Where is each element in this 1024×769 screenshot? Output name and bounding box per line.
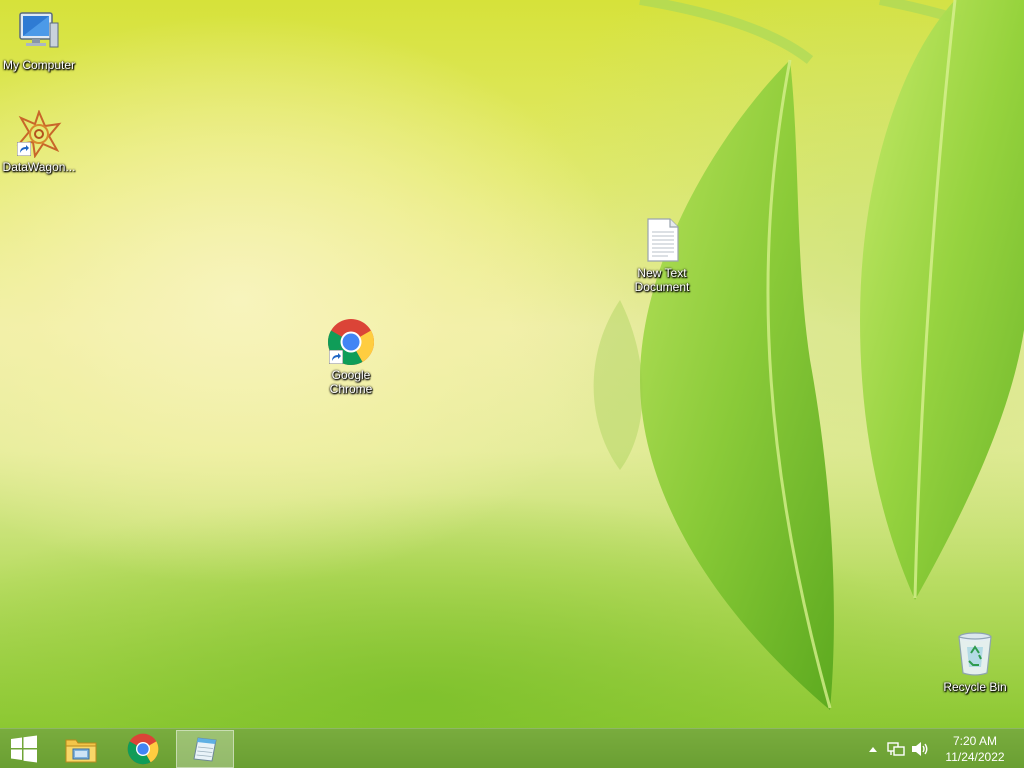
desktop-icon-label: DataWagon... [2, 160, 76, 174]
system-tray [862, 729, 932, 769]
notepad-icon [193, 737, 217, 762]
network-icon [887, 742, 905, 756]
taskbar-chrome-button[interactable] [114, 730, 172, 768]
shortcut-arrow-icon [17, 142, 31, 156]
desktop-icon-label: New Text Document [634, 266, 690, 294]
desktop-icon-recycle-bin[interactable]: Recycle Bin [935, 630, 1015, 694]
file-explorer-icon [65, 739, 97, 763]
desktop-icon-label: Recycle Bin [943, 680, 1007, 694]
desktop[interactable]: My Computer DataWagon... New Text Docume… [0, 0, 1024, 728]
clock-date: 11/24/2022 [945, 750, 1005, 764]
desktop-icon-my-computer[interactable]: My Computer [0, 8, 79, 72]
desktop-icon-new-text-document[interactable]: New Text Document [622, 216, 702, 294]
chrome-icon [127, 733, 159, 765]
chevron-up-icon [869, 747, 877, 752]
desktop-icon-label: Google Chrome [329, 368, 373, 396]
shortcut-arrow-icon [329, 350, 343, 364]
recycle-bin-icon [951, 630, 999, 678]
chrome-icon [327, 318, 375, 366]
volume-icon [912, 742, 928, 756]
text-document-icon [638, 216, 686, 264]
computer-icon [15, 8, 63, 56]
clock-time: 7:20 AM [952, 734, 998, 748]
desktop-icon-datawagon[interactable]: DataWagon... [0, 110, 79, 174]
volume-button[interactable] [908, 729, 932, 769]
desktop-icon-google-chrome[interactable]: Google Chrome [311, 318, 391, 396]
taskbar-notepad-button[interactable] [176, 730, 234, 768]
show-hidden-icons-button[interactable] [862, 729, 884, 769]
datawagon-icon [15, 110, 63, 158]
start-button[interactable] [0, 730, 48, 768]
network-status-button[interactable] [884, 729, 908, 769]
desktop-icon-label: My Computer [2, 58, 76, 72]
windows-logo-icon [11, 735, 37, 763]
wallpaper-leaves [593, 0, 1024, 710]
taskbar-clock[interactable]: 7:20 AM 11/24/2022 [940, 733, 1010, 765]
taskbar-file-explorer-button[interactable] [52, 730, 110, 768]
taskbar: 7:20 AM 11/24/2022 [0, 728, 1024, 768]
